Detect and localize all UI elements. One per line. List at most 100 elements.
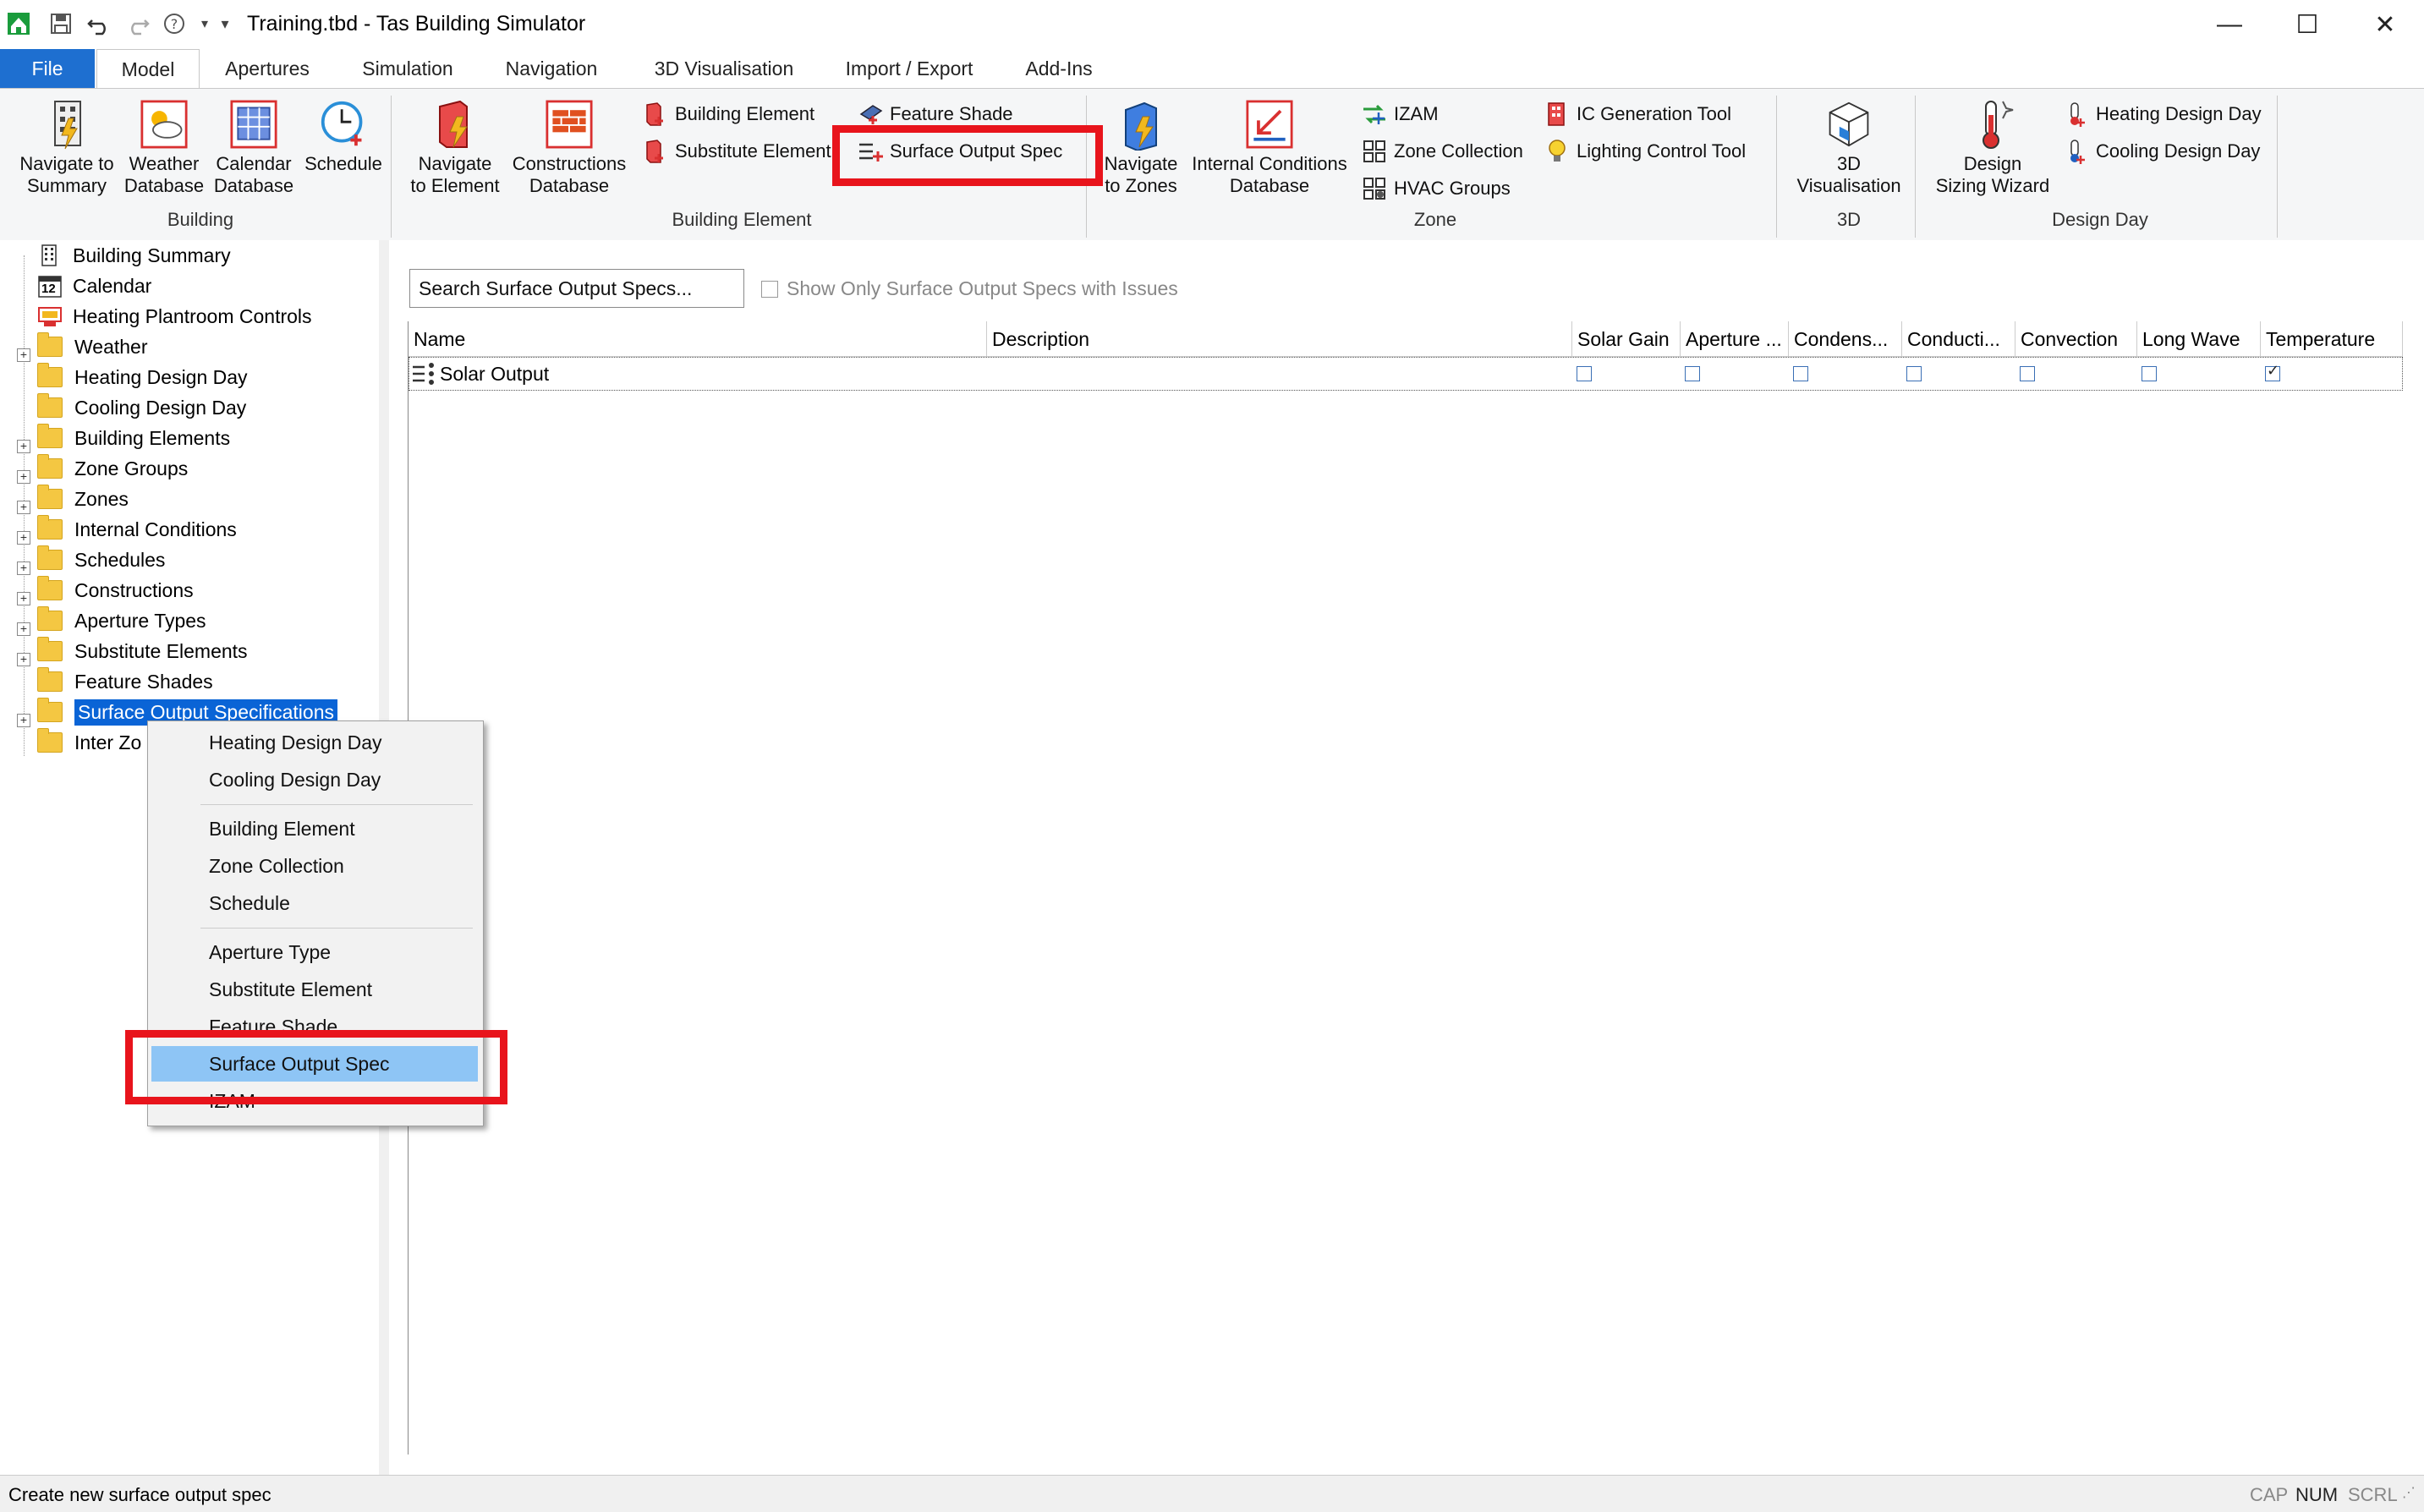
tree-item-heating-design-day[interactable]: Heating Design Day [37,362,248,392]
conduction-checkbox[interactable] [1906,366,1922,381]
menu-item-heating-design-day[interactable]: Heating Design Day [151,725,478,760]
tree-item-building-elements[interactable]: Building Elements [37,423,230,453]
navigate-to-summary-button[interactable]: Navigate to Summary [12,89,122,197]
expand-icon[interactable]: + [17,592,30,605]
expand-icon[interactable]: + [17,348,30,362]
tree-item-zone-groups[interactable]: Zone Groups [37,453,188,484]
column-header-convection[interactable]: Convection [2015,321,2137,357]
tree-item-substitute-elements[interactable]: Substitute Elements [37,636,248,666]
column-header-aperture[interactable]: Aperture ... [1681,321,1789,357]
heating-design-day-button[interactable]: Heating Design Day [2064,97,2262,131]
cooling-design-day-button[interactable]: Cooling Design Day [2064,134,2260,168]
tree-item-inter-zone[interactable]: Inter Zo [37,727,141,758]
temperature-checkbox[interactable] [2265,362,2280,381]
navigate-to-element-button[interactable]: Navigate to Element [399,89,511,197]
annotation-highlight-menu [125,1030,507,1104]
design-sizing-wizard-button[interactable]: Design Sizing Wizard [1925,89,2060,197]
resize-grip-icon[interactable]: ⋰ [2402,1484,2416,1501]
menu-item-substitute-element[interactable]: Substitute Element [151,972,478,1007]
3d-visualisation-button[interactable]: 3D Visualisation [1783,89,1915,197]
izam-button[interactable]: IZAM [1362,97,1439,131]
menu-item-aperture-type[interactable]: Aperture Type [151,934,478,970]
close-button[interactable]: ✕ [2346,0,2424,49]
menu-item-schedule[interactable]: Schedule [151,885,478,921]
ic-generation-tool-button[interactable]: IC Generation Tool [1544,97,1731,131]
tab-apertures[interactable]: Apertures [211,49,323,88]
folder-icon [37,332,63,357]
maximize-button[interactable]: ☐ [2268,0,2346,49]
menu-item-building-element[interactable]: Building Element [151,811,478,846]
column-header-description[interactable]: Description [987,321,1572,357]
customize-quick-access-icon[interactable]: ▾ [211,10,239,37]
tab-file[interactable]: File [0,49,95,88]
column-header-conduction[interactable]: Conducti... [1902,321,2015,357]
redo-icon[interactable] [123,10,151,37]
save-icon[interactable] [47,10,74,37]
window-title: Training.tbd - Tas Building Simulator [247,12,586,36]
scrl-indicator: SCRL [2348,1484,2398,1505]
list-spec-icon [411,358,436,390]
minimize-button[interactable]: — [2191,0,2268,49]
column-header-condensation[interactable]: Condens... [1789,321,1902,357]
tree-item-feature-shades[interactable]: Feature Shades [37,666,213,697]
tree-item-cooling-design-day[interactable]: Cooling Design Day [37,392,246,423]
tree-item-calendar[interactable]: 12 Calendar [37,271,151,301]
group-label-zone: Zone [1413,209,1457,230]
checkbox[interactable] [761,280,778,298]
tab-3d-visualisation[interactable]: 3D Visualisation [639,49,809,88]
expand-icon[interactable]: + [17,714,30,727]
tab-import-export[interactable]: Import / Export [837,49,981,88]
expand-icon[interactable]: + [17,653,30,666]
navigate-element-icon [431,97,479,151]
undo-icon[interactable] [86,10,113,37]
tab-navigation[interactable]: Navigation [492,49,611,88]
expand-icon[interactable]: + [17,622,30,636]
tree-item-schedules[interactable]: Schedules [37,545,165,575]
tab-simulation[interactable]: Simulation [348,49,467,88]
weather-database-button[interactable]: Weather Database [122,89,206,197]
issues-filter-checkbox[interactable]: Show Only Surface Output Specs with Issu… [761,277,1178,300]
tab-add-ins[interactable]: Add-Ins [1015,49,1103,88]
group-separator [1776,96,1777,238]
lighting-control-tool-button[interactable]: Lighting Control Tool [1544,134,1746,168]
schedule-button[interactable]: Schedule [301,89,386,175]
expand-icon[interactable]: + [17,470,30,484]
hvac-groups-button[interactable]: HVAC Groups [1362,172,1511,205]
zone-collection-button[interactable]: Zone Collection [1362,134,1523,168]
substitute-element-button[interactable]: Substitute Element [643,134,831,168]
menu-item-cooling-design-day[interactable]: Cooling Design Day [151,762,478,797]
tree-item-constructions[interactable]: Constructions [37,575,194,605]
tree-item-heating-plantroom-controls[interactable]: Heating Plantroom Controls [37,301,312,331]
solar-gain-checkbox[interactable] [1577,366,1592,381]
tab-model[interactable]: Model [96,49,200,89]
tree-item-building-summary[interactable]: Building Summary [37,240,231,271]
constructions-database-button[interactable]: Constructions Database [507,89,631,197]
column-header-solar-gain[interactable]: Solar Gain [1572,321,1681,357]
aperture-checkbox[interactable] [1685,366,1700,381]
column-header-long-wave[interactable]: Long Wave [2137,321,2261,357]
building-element-button[interactable]: Building Element [643,97,814,131]
tree-item-internal-conditions[interactable]: Internal Conditions [37,514,237,545]
3d-visualisation-label-2: Visualisation [1796,175,1901,196]
feature-shade-icon [858,101,883,127]
condensation-checkbox[interactable] [1793,366,1808,381]
tree-item-label: Building Elements [74,426,231,449]
tree-item-aperture-types[interactable]: Aperture Types [37,605,206,636]
expand-icon[interactable]: + [17,501,30,514]
expand-icon[interactable]: + [17,562,30,575]
search-input[interactable] [409,269,744,308]
internal-conditions-database-button[interactable]: Internal Conditions Database [1182,89,1357,197]
help-icon[interactable]: ? [161,10,188,37]
column-header-name[interactable]: Name [409,321,987,357]
calendar-database-button[interactable]: Calendar Database [211,89,296,197]
menu-item-zone-collection[interactable]: Zone Collection [151,848,478,884]
expand-icon[interactable]: + [17,531,30,545]
navigate-to-zones-button[interactable]: Navigate to Zones [1094,89,1187,197]
long-wave-checkbox[interactable] [2142,366,2157,381]
tree-item-zones[interactable]: Zones [37,484,129,514]
column-header-temperature[interactable]: Temperature [2261,321,2403,357]
expand-icon[interactable]: + [17,440,30,453]
table-row[interactable]: Solar Output [409,357,2403,391]
tree-item-weather[interactable]: Weather [37,331,148,362]
convection-checkbox[interactable] [2020,366,2035,381]
